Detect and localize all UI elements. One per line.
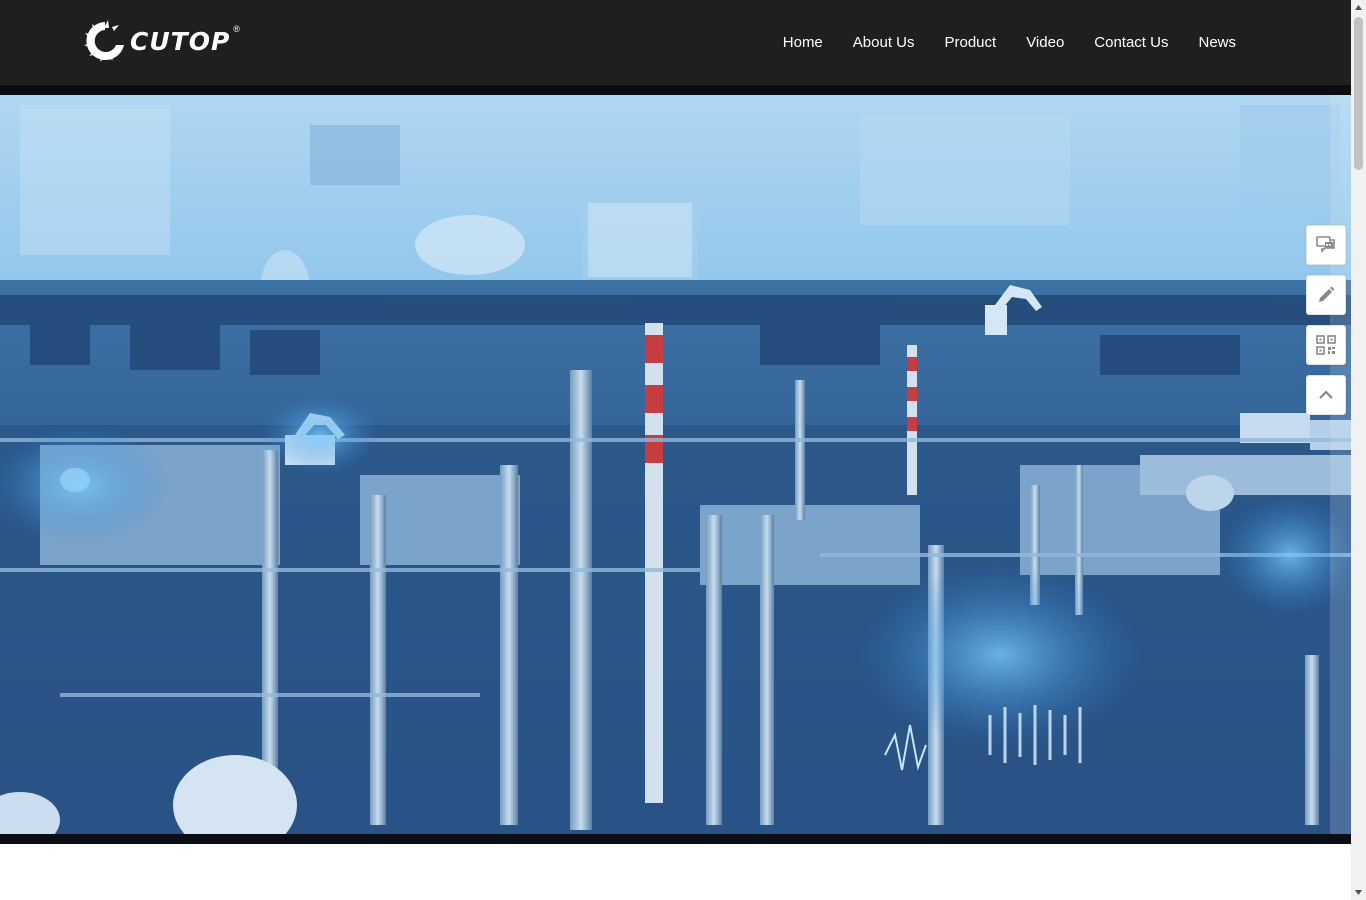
industrial-refinery-banner-image	[0, 95, 1351, 834]
scroll-up-arrow[interactable]	[1351, 0, 1366, 15]
nav-product[interactable]: Product	[944, 34, 996, 51]
qr-code-button[interactable]	[1306, 325, 1346, 365]
qr-code-icon	[1316, 335, 1336, 355]
nav-video[interactable]: Video	[1026, 34, 1064, 51]
feedback-button[interactable]	[1306, 275, 1346, 315]
registered-mark: ®	[233, 24, 240, 34]
brand-name: CUTOP	[130, 26, 231, 56]
main-nav: Home About Us Product Video Contact Us N…	[753, 0, 1236, 85]
side-tools	[1306, 225, 1346, 425]
gear-logo-icon	[84, 20, 124, 62]
scroll-down-arrow[interactable]	[1351, 885, 1366, 900]
logo[interactable]: CUTOP ®	[82, 18, 240, 64]
page: CUTOP ® Home About Us Product Video Cont…	[0, 0, 1366, 900]
nav-home[interactable]: Home	[783, 34, 823, 51]
chat-button[interactable]	[1306, 225, 1346, 265]
page-scrollbar[interactable]	[1351, 0, 1366, 900]
nav-contact-us[interactable]: Contact Us	[1094, 34, 1168, 51]
pencil-icon	[1319, 286, 1335, 302]
chevron-up-icon	[1319, 390, 1333, 399]
scroll-thumb[interactable]	[1354, 17, 1363, 170]
site-header: CUTOP ® Home About Us Product Video Cont…	[0, 0, 1351, 85]
scroll-down-icon	[1355, 890, 1362, 895]
back-to-top-button[interactable]	[1306, 375, 1346, 415]
nav-news[interactable]: News	[1198, 34, 1236, 51]
nav-about-us[interactable]: About Us	[853, 34, 915, 51]
scroll-up-icon	[1355, 5, 1362, 10]
hero-banner[interactable]	[0, 95, 1351, 834]
chat-icon	[1316, 236, 1335, 253]
